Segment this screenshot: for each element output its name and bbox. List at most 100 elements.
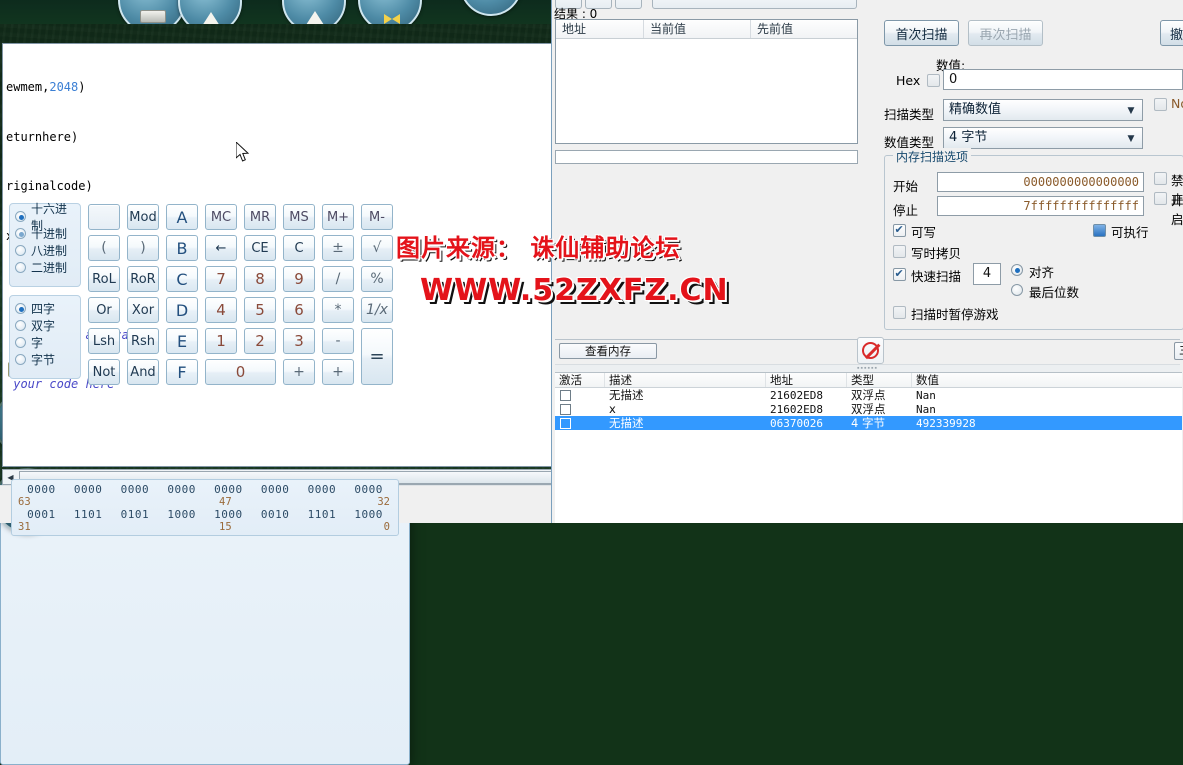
bit-group[interactable]: 0000: [158, 483, 205, 496]
bit-group[interactable]: 0000: [345, 483, 392, 496]
row-description[interactable]: 无描述: [605, 415, 766, 431]
bit-group[interactable]: 0010: [252, 508, 299, 521]
alignment-label: 对齐: [1029, 265, 1055, 280]
bit-group[interactable]: 1000: [205, 508, 252, 521]
view-memory-button[interactable]: 查看内存: [559, 343, 657, 359]
bit-group[interactable]: 0001: [18, 508, 65, 521]
column-header-value[interactable]: 数值: [912, 373, 1052, 387]
row-checkbox[interactable]: [560, 417, 571, 429]
row-description[interactable]: 无描述: [605, 387, 766, 403]
enable-checkbox[interactable]: [1154, 192, 1167, 205]
toolbar-address-field[interactable]: [652, 0, 857, 9]
wordsize-radio-group: 四字 双字 字 字节: [9, 295, 81, 379]
scan-results-header: 地址 当前值 先前值: [556, 20, 857, 39]
row-active-cell[interactable]: [555, 389, 605, 401]
key-equals[interactable]: =: [361, 328, 393, 385]
stop-address-input[interactable]: 7fffffffffffffff: [937, 196, 1144, 216]
column-header-current-value[interactable]: 当前值: [644, 20, 751, 38]
value-type-combo[interactable]: 4 字节 ▼: [943, 127, 1143, 149]
first-scan-button[interactable]: 首次扫描: [884, 20, 959, 46]
hud-button-4[interactable]: [358, 0, 422, 24]
last-digits-radio[interactable]: [1011, 284, 1023, 296]
no-entry-icon[interactable]: [857, 337, 884, 364]
toolbar-button-3[interactable]: [615, 0, 642, 9]
bit-group[interactable]: 1101: [65, 508, 112, 521]
enable-label: 开启: [1171, 193, 1183, 227]
bit-group[interactable]: 0000: [252, 483, 299, 496]
scan-type-combo[interactable]: 精确数值 ▼: [943, 99, 1143, 121]
column-header-address[interactable]: 地址: [556, 20, 644, 38]
undo-scan-button[interactable]: 撤销: [1160, 20, 1183, 46]
table-row[interactable]: x 21602ED8 双浮点 Nan: [555, 402, 1182, 416]
writable-checkbox[interactable]: [893, 223, 906, 237]
column-header-type[interactable]: 类型: [847, 373, 912, 387]
row-address[interactable]: 21602ED8: [766, 389, 847, 402]
key-and[interactable]: And: [127, 359, 159, 385]
next-scan-button[interactable]: 再次扫描: [968, 20, 1043, 46]
not-checkbox[interactable]: [1154, 98, 1167, 111]
scan-value-input[interactable]: 0: [943, 69, 1183, 90]
row-value[interactable]: Nan: [912, 403, 1052, 416]
row-address[interactable]: 21602ED8: [766, 403, 847, 416]
column-header-previous-value[interactable]: 先前值: [751, 20, 857, 38]
executable-checkbox[interactable]: [1093, 224, 1106, 237]
cheat-engine-toolbar[interactable]: [552, 0, 1183, 9]
bit-row-high[interactable]: 0000 0000 0000 0000 0000 0000 0000 0000: [18, 483, 392, 496]
copy-on-write-checkbox[interactable]: [893, 245, 906, 258]
key-plus[interactable]: +: [322, 359, 354, 385]
key-not[interactable]: Not: [88, 359, 120, 385]
bit-group[interactable]: 0000: [112, 483, 159, 496]
address-list-table[interactable]: 激活 描述 地址 类型 数值 无描述 21602ED8 双浮点 Nan x 21…: [555, 372, 1182, 523]
hud-button-2[interactable]: [178, 0, 242, 24]
pause-game-checkbox[interactable]: [893, 306, 906, 319]
key-decimal[interactable]: +: [283, 359, 315, 385]
bit-group[interactable]: 0101: [112, 508, 159, 521]
bit-row-low[interactable]: 0001 1101 0101 1000 1000 0010 1101 1000: [18, 508, 392, 521]
bit-group[interactable]: 1101: [299, 508, 346, 521]
scan-results-table[interactable]: 地址 当前值 先前值: [555, 19, 858, 144]
key-0[interactable]: 0: [205, 359, 276, 385]
start-address-input[interactable]: 0000000000000000: [937, 172, 1144, 192]
bit-group[interactable]: 0000: [65, 483, 112, 496]
row-checkbox[interactable]: [560, 403, 571, 415]
column-header-address[interactable]: 地址: [766, 373, 847, 387]
chevron-down-icon[interactable]: ▼: [1123, 103, 1139, 118]
hud-button-1[interactable]: [118, 0, 186, 24]
disable-checkbox[interactable]: [1154, 172, 1167, 185]
row-active-cell[interactable]: [555, 403, 605, 415]
row-type[interactable]: 4 字节: [847, 415, 912, 431]
key-f[interactable]: F: [166, 359, 198, 385]
hud-button-3[interactable]: [282, 0, 346, 24]
row-checkbox[interactable]: [560, 389, 571, 401]
stop-label: 停止: [893, 203, 919, 218]
row-address[interactable]: 06370026: [766, 417, 847, 430]
last-digits-label: 最后位数: [1029, 285, 1080, 300]
fast-scan-checkbox[interactable]: [893, 267, 906, 281]
cheat-engine-panel[interactable]: 结果 : 0 地址 当前值 先前值 首次扫描 再次扫描 撤销 数值: Hex 0…: [551, 0, 1183, 523]
table-row[interactable]: 无描述 06370026 4 字节 492339928: [555, 416, 1182, 430]
column-header-active[interactable]: 激活: [555, 373, 605, 387]
bit-group[interactable]: 1000: [345, 508, 392, 521]
bit-group[interactable]: 1000: [158, 508, 205, 521]
bit-group[interactable]: 0000: [205, 483, 252, 496]
column-header-description[interactable]: 描述: [605, 373, 766, 387]
row-description[interactable]: x: [605, 402, 766, 416]
row-active-cell[interactable]: [555, 417, 605, 429]
row-value[interactable]: 492339928: [912, 417, 1052, 430]
radio-byte[interactable]: 字节: [15, 351, 75, 368]
bit-display-panel[interactable]: 0000 0000 0000 0000 0000 0000 0000 0000 …: [11, 479, 399, 536]
fast-scan-value-input[interactable]: 4: [973, 263, 1001, 285]
scan-type-label: 扫描类型: [884, 107, 935, 122]
right-edge-button[interactable]: 三: [1174, 342, 1183, 360]
hud-icon-box: [140, 10, 166, 23]
table-row[interactable]: 无描述 21602ED8 双浮点 Nan: [555, 388, 1182, 402]
row-value[interactable]: Nan: [912, 389, 1052, 402]
hud-button-5[interactable]: [460, 0, 522, 16]
hex-checkbox[interactable]: [927, 74, 940, 87]
alignment-radio[interactable]: [1011, 264, 1023, 276]
panel-splitter[interactable]: ▪▪▪▪▪▪: [555, 364, 1180, 372]
bit-group[interactable]: 0000: [299, 483, 346, 496]
value-type-value: 4 字节: [949, 130, 988, 145]
chevron-down-icon[interactable]: ▼: [1123, 131, 1139, 146]
bit-group[interactable]: 0000: [18, 483, 65, 496]
